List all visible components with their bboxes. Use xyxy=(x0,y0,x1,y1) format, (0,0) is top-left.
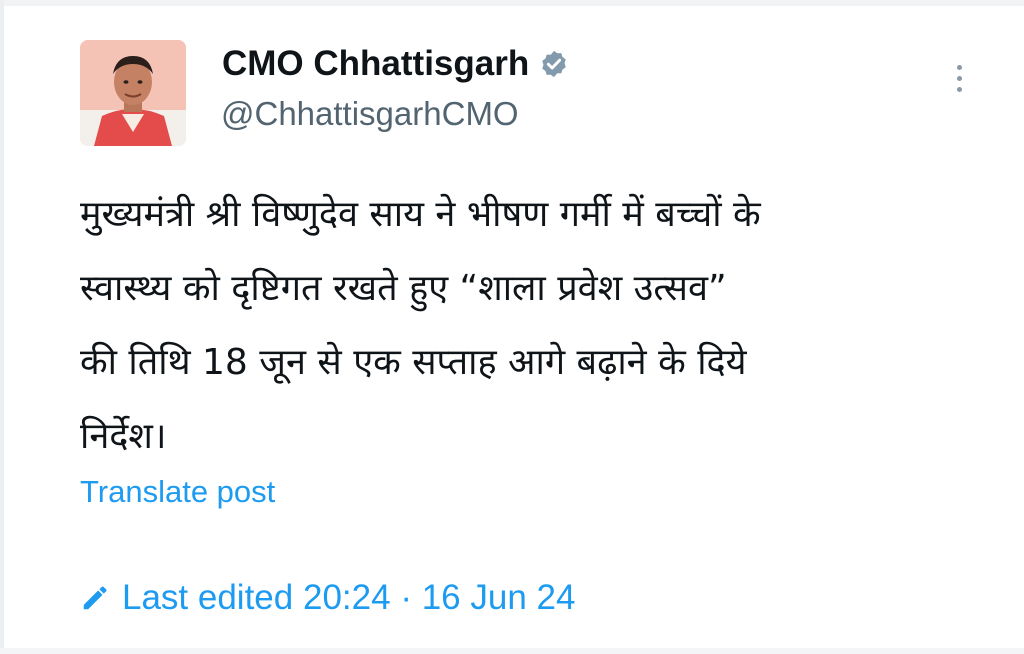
edited-time: 20:24 xyxy=(302,578,391,617)
pencil-icon xyxy=(83,586,107,610)
avatar-image xyxy=(80,40,186,146)
translate-post-link[interactable]: Translate post xyxy=(80,474,275,510)
last-edited-link[interactable]: Last edited 20:24 · 16 Jun 24 xyxy=(80,578,575,618)
edited-date: 16 Jun 24 xyxy=(421,578,576,617)
left-border xyxy=(0,0,4,654)
verified-badge-icon xyxy=(542,50,566,78)
edited-separator: · xyxy=(400,578,412,617)
author-name-row: CMO Chhattisgarh xyxy=(222,44,569,84)
post-text: मुख्यमंत्री श्री विष्णुदेव साय ने भीषण ग… xyxy=(80,194,761,457)
author-avatar[interactable] xyxy=(80,40,186,146)
top-divider xyxy=(0,0,1024,6)
author-display-name[interactable]: CMO Chhattisgarh xyxy=(222,44,529,84)
edited-label: Last edited xyxy=(122,578,294,617)
bottom-border xyxy=(0,648,1024,654)
more-options-icon[interactable] xyxy=(946,62,972,102)
author-handle[interactable]: @ChhattisgarhCMO xyxy=(221,95,519,133)
